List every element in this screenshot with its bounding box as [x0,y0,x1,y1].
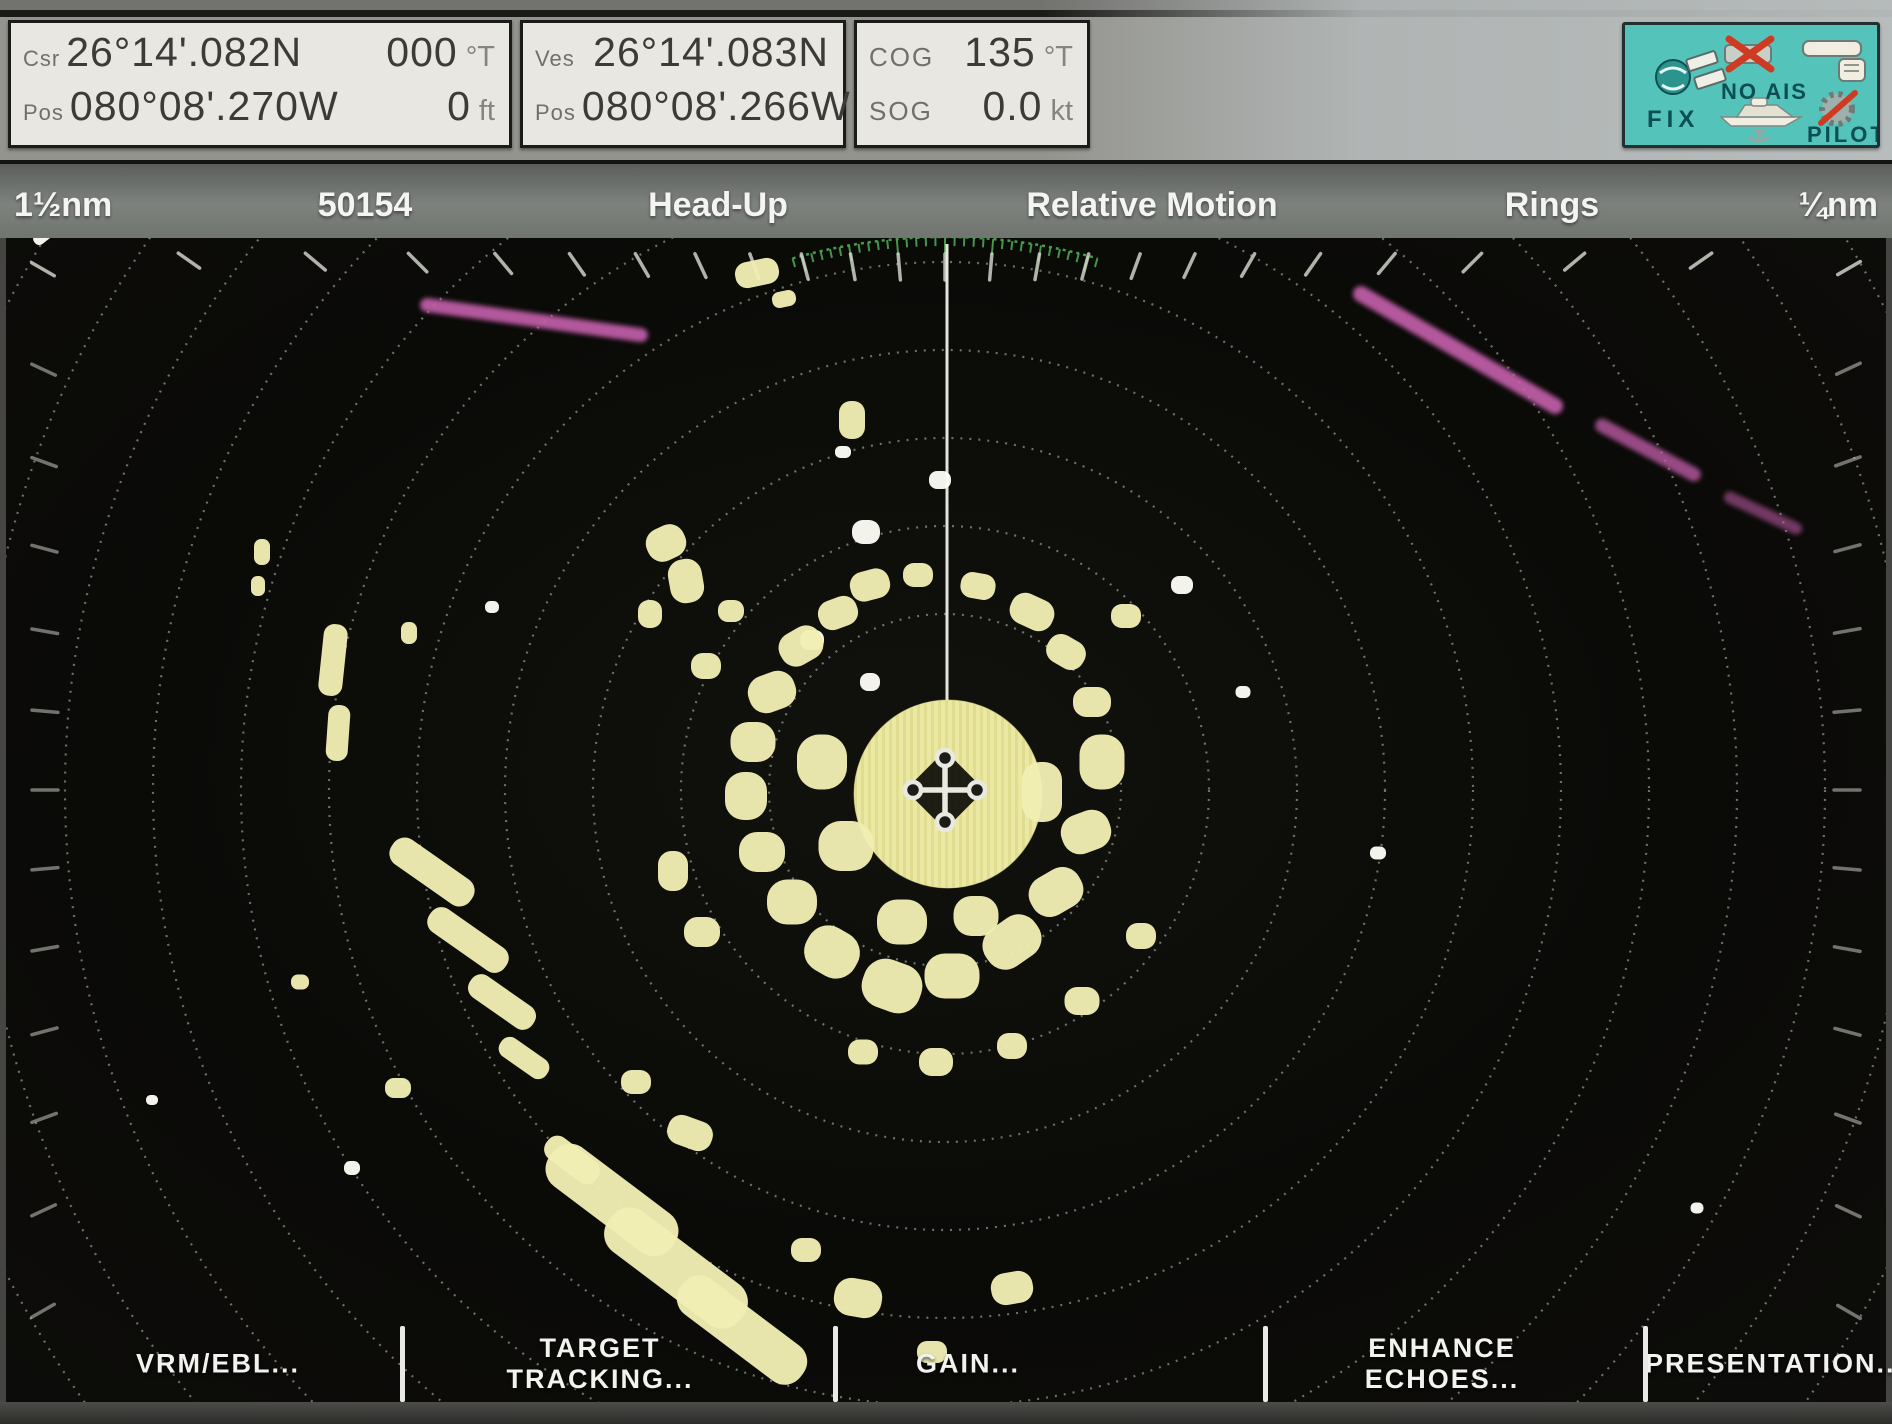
sog-label: SOG [869,96,933,127]
cursor-lat-row: Csr 26°14'.082N 000 °T [23,29,495,83]
orientation-mode[interactable]: Head-Up [648,186,788,225]
cursor-depth: 0 [447,83,471,130]
radar-screen: Csr 26°14'.082N 000 °T Pos 080°08'.270W … [0,0,1892,1424]
status-bar: 1½nm 50154 Head-Up Relative Motion Rings… [0,160,1892,238]
menu-divider [1263,1326,1268,1402]
sog-unit: kt [1050,95,1073,128]
gps-fix-icon [1656,51,1726,94]
cursor-longitude: 080°08'.270W [70,83,339,130]
vessel-pos-label: Pos [535,100,576,126]
cog-sog-box: COG 135 °T SOG 0.0 kt [854,20,1090,148]
vessel-lat-row: Ves 26°14'.083N [535,29,829,83]
cursor-bearing: 000 [386,29,457,76]
scanner-id: 50154 [318,186,413,225]
cursor-pos-label: Pos [23,100,64,126]
cursor-data-box: Csr 26°14'.082N 000 °T Pos 080°08'.270W … [8,20,512,148]
cog-row: COG 135 °T [869,29,1073,83]
sog-row: SOG 0.0 kt [869,83,1073,137]
menu-divider [833,1326,838,1402]
cursor-label: Csr [23,46,60,72]
sog-value: 0.0 [982,83,1042,130]
menu-divider [400,1326,405,1402]
no-pilot-icon [1821,93,1855,124]
cog-value: 135 [964,29,1035,76]
menu-item-3[interactable]: ENHANCE ECHOES... [1365,1333,1520,1395]
menu-item-4[interactable]: PRESENTATION... [1645,1348,1892,1379]
cog-unit: °T [1044,41,1073,74]
vessel-label: Ves [535,46,575,72]
vessel-lon-row: Pos 080°08'.266W [535,83,829,137]
rings-label: Rings [1505,186,1599,225]
menu-item-0[interactable]: VRM/EBL... [136,1348,300,1379]
vessel-longitude: 080°08'.266W [582,83,851,130]
fix-label: FIX [1647,106,1699,133]
header-strip: Csr 26°14'.082N 000 °T Pos 080°08'.270W … [0,0,1892,160]
no-ais-icon [1725,39,1771,69]
range-scale[interactable]: 1½nm [14,186,112,225]
cursor-latitude: 26°14'.082N [66,29,302,76]
ring-interval: ¼nm [1799,186,1878,225]
softkey-menu: VRM/EBL... TARGET TRACKING... GAIN... ENHAN… [0,1322,1892,1406]
cursor-bearing-unit: °T [466,41,495,74]
pilot-label: PILOT [1807,122,1877,145]
vessel-data-box: Ves 26°14'.083N Pos 080°08'.266W [520,20,846,148]
anchor-icon [1749,129,1769,141]
radar-ppi-display[interactable] [6,238,1886,1402]
menu-item-2[interactable]: GAIN... [916,1348,1020,1379]
log-hand-icon [1803,41,1865,81]
screen-bezel [0,1402,1892,1424]
cursor-depth-unit: ft [479,95,495,128]
vessel-latitude: 26°14'.083N [593,29,829,76]
cursor-lon-row: Pos 080°08'.270W 0 ft [23,83,495,137]
nav-status-panel: FIX NO AIS [1622,22,1880,148]
menu-item-1[interactable]: TARGET TRACKING... [507,1333,694,1395]
cog-label: COG [869,42,934,73]
motion-mode[interactable]: Relative Motion [1026,186,1277,225]
menu-divider [1643,1326,1648,1402]
